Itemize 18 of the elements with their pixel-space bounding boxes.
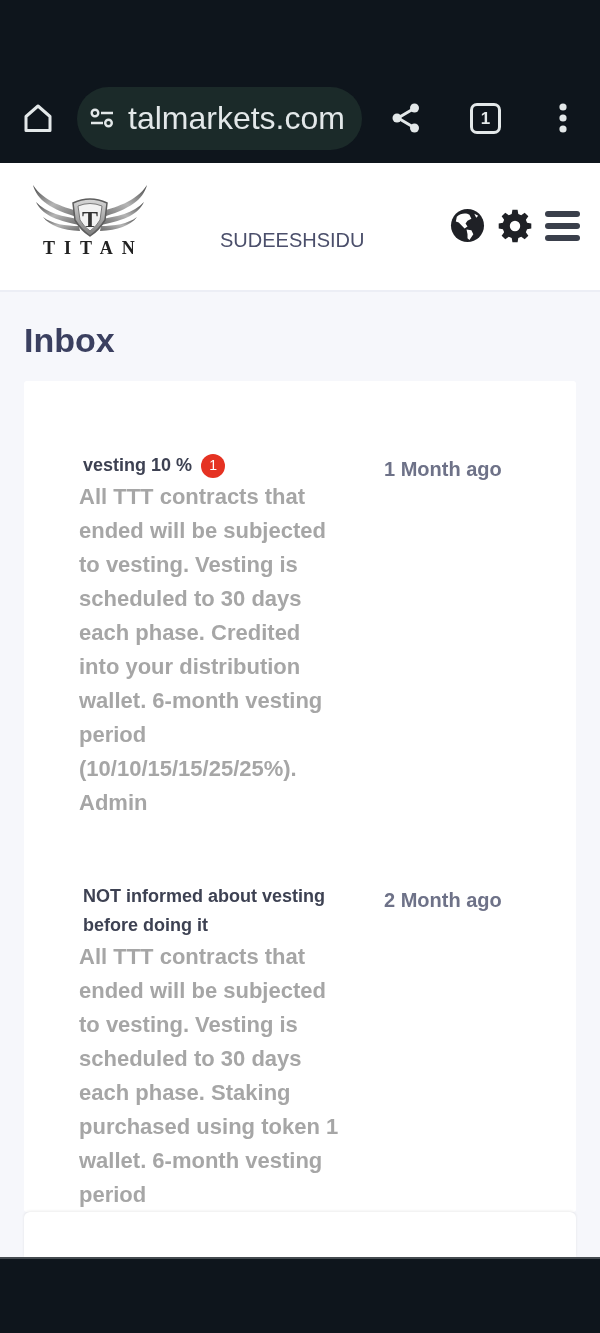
more-options-icon[interactable]	[559, 103, 567, 133]
menu-icon[interactable]	[545, 210, 580, 241]
unread-count-badge: 1	[201, 453, 226, 478]
username: SUDEESHSIDU	[220, 228, 365, 253]
logo-wordmark: TITAN	[42, 239, 144, 257]
share-icon[interactable]	[390, 102, 422, 134]
address-bar[interactable]: talmarkets.com	[77, 86, 362, 150]
message-time: 1 Month ago	[384, 457, 502, 482]
tab-count-button[interactable]: 1	[470, 102, 501, 134]
page-title: Inbox	[24, 320, 116, 361]
settings-icon[interactable]	[498, 208, 532, 243]
message-text: All TTT contracts that ended will be subjected to vesting. Vesting is scheduled to 30 days each phase. Staking purchased using token 1 wallet. 6-month vesting period	[79, 943, 340, 1209]
sliders-icon[interactable]	[90, 108, 114, 128]
globe-icon[interactable]	[450, 208, 485, 243]
message-text: All TTT contracts that ended will be subjected to vesting. Vesting is scheduled to 30 days each phase. Credited into your distribution wallet. 6-month vesting period (10/10/15/15/25/25%). Admin	[79, 483, 327, 817]
message-time: 2 Month ago	[384, 888, 502, 913]
message-title: NOT informed about vesting before doing it	[83, 885, 326, 937]
message-title: vesting 10 %	[83, 454, 193, 477]
